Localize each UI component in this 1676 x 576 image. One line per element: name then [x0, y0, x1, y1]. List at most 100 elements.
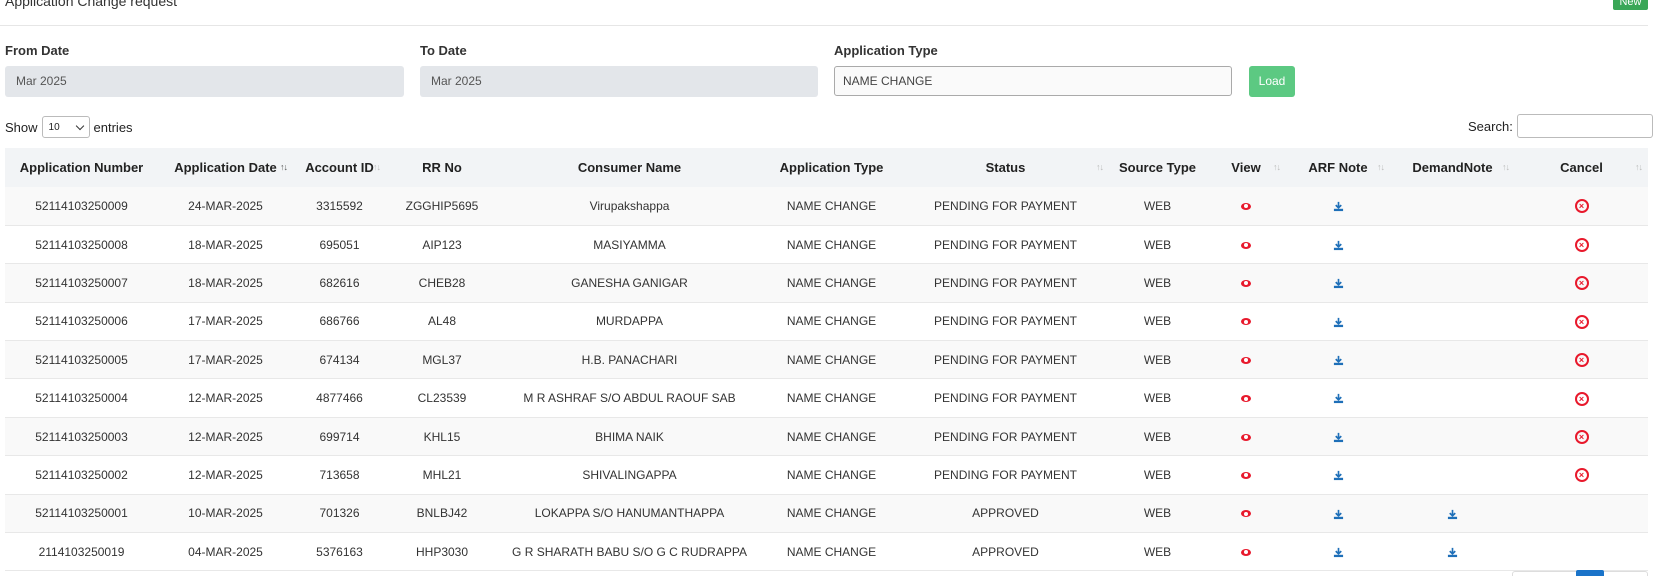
cancel-icon[interactable]: ×: [1574, 276, 1589, 291]
column-header[interactable]: Account ID ↑↓: [293, 148, 386, 187]
account-id-cell: 4877466: [316, 391, 363, 406]
column-header[interactable]: RR No: [386, 148, 498, 187]
application-number-cell: 52114103250009: [35, 198, 128, 213]
cancel-cell: ×: [1515, 456, 1648, 494]
cancel-cell: ×: [1515, 302, 1648, 340]
demand-note-cell: [1390, 533, 1515, 571]
pagination-current-page[interactable]: [1576, 570, 1604, 576]
arf-note-cell: [1286, 494, 1390, 532]
column-header[interactable]: View ↑↓: [1206, 148, 1286, 187]
status-cell: PENDING FOR PAYMENT: [934, 391, 1077, 406]
download-icon[interactable]: [1447, 506, 1458, 520]
column-header[interactable]: Application Type: [761, 148, 902, 187]
cancel-icon[interactable]: ×: [1574, 238, 1589, 253]
application-number-cell: 52114103250007: [35, 275, 128, 290]
sort-icon: ↑↓: [373, 162, 381, 172]
status-cell: PENDING FOR PAYMENT: [934, 237, 1077, 252]
cancel-icon[interactable]: ×: [1574, 314, 1589, 329]
eye-icon[interactable]: [1241, 395, 1251, 403]
download-icon[interactable]: [1333, 468, 1344, 482]
arf-note-cell: [1286, 341, 1390, 379]
cancel-icon[interactable]: ×: [1574, 199, 1589, 214]
column-header[interactable]: Status ↑↓: [902, 148, 1109, 187]
eye-icon[interactable]: [1241, 356, 1251, 364]
to-date-field[interactable]: Mar 2025: [420, 66, 818, 97]
application-number-cell: 52114103250005: [35, 352, 128, 367]
download-icon[interactable]: [1333, 199, 1344, 213]
new-button[interactable]: New: [1613, 0, 1648, 10]
cancel-cell: ×: [1515, 341, 1648, 379]
status-cell: PENDING FOR PAYMENT: [934, 467, 1077, 482]
eye-icon[interactable]: [1241, 241, 1251, 249]
application-type-select[interactable]: NAME CHANGE: [834, 66, 1232, 96]
application-date-cell: 17-MAR-2025: [188, 352, 263, 367]
download-icon[interactable]: [1447, 545, 1458, 559]
application-number-cell: 2114103250019: [38, 544, 125, 559]
cancel-icon[interactable]: ×: [1574, 430, 1589, 445]
rr-no-cell: AL48: [427, 314, 457, 329]
column-header[interactable]: Cancel ↑↓: [1515, 148, 1648, 187]
application-type-cell: NAME CHANGE: [786, 198, 877, 213]
table-row: 52114103250006 17-MAR-2025 686766 AL48 MURDA…: [5, 302, 1648, 341]
arf-note-cell: [1286, 417, 1390, 455]
status-cell: PENDING FOR PAYMENT: [934, 314, 1077, 329]
cancel-icon[interactable]: ×: [1574, 391, 1589, 406]
source-type-cell: WEB: [1143, 237, 1172, 252]
cancel-icon[interactable]: ×: [1574, 353, 1589, 368]
cancel-cell: ×: [1515, 264, 1648, 302]
view-cell: [1206, 417, 1286, 455]
cancel-cell: ×: [1515, 187, 1648, 225]
cancel-icon[interactable]: ×: [1574, 468, 1589, 483]
download-icon[interactable]: [1333, 276, 1344, 290]
eye-icon[interactable]: [1241, 433, 1251, 441]
download-icon[interactable]: [1333, 430, 1344, 444]
status-cell: PENDING FOR PAYMENT: [934, 352, 1077, 367]
sort-icon: ↑↓: [1096, 162, 1104, 172]
load-button[interactable]: Load: [1249, 66, 1295, 97]
table-row: 52114103250001 10-MAR-2025 701326 BNLBJ42 LO…: [5, 494, 1648, 533]
consumer-name-cell: MURDAPPA: [595, 314, 664, 329]
arf-note-cell: [1286, 456, 1390, 494]
application-date-cell: 12-MAR-2025: [188, 429, 263, 444]
eye-icon[interactable]: [1241, 548, 1251, 556]
application-number-cell: 52114103250002: [35, 467, 128, 482]
cancel-cell: [1515, 533, 1648, 571]
column-header-label: Application Type: [779, 160, 884, 175]
application-number-cell: 52114103250008: [35, 237, 128, 252]
page-header: Application Change request New: [0, 0, 1648, 26]
eye-icon[interactable]: [1241, 510, 1251, 518]
eye-icon[interactable]: [1241, 279, 1251, 287]
column-header[interactable]: Source Type: [1109, 148, 1206, 187]
entries-select[interactable]: 10: [41, 116, 90, 138]
column-header[interactable]: ARF Note ↑↓: [1286, 148, 1390, 187]
from-date-field[interactable]: Mar 2025: [5, 66, 404, 97]
chevron-down-icon: [75, 121, 84, 130]
demand-note-cell: [1390, 341, 1515, 379]
sort-icon: ↑↓: [1635, 162, 1643, 172]
column-header[interactable]: Application Number: [5, 148, 158, 187]
status-cell: APPROVED: [972, 506, 1039, 521]
rr-no-cell: AIP123: [422, 237, 462, 252]
eye-icon[interactable]: [1241, 471, 1251, 479]
eye-icon[interactable]: [1241, 202, 1251, 210]
column-header[interactable]: Application Date ↑↓: [158, 148, 293, 187]
rr-no-cell: CHEB28: [418, 275, 466, 290]
rr-no-cell: CL23539: [417, 391, 467, 406]
search-control: Search:: [1468, 114, 1653, 138]
table-row: 52114103250004 12-MAR-2025 4877466 CL23539 M…: [5, 379, 1648, 418]
download-icon[interactable]: [1333, 314, 1344, 328]
download-icon[interactable]: [1333, 238, 1344, 252]
search-input[interactable]: [1516, 114, 1653, 138]
download-icon[interactable]: [1333, 545, 1344, 559]
application-number-cell: 52114103250001: [35, 506, 128, 521]
download-icon[interactable]: [1333, 391, 1344, 405]
eye-icon[interactable]: [1241, 318, 1251, 326]
consumer-name-cell: Virupakshappa: [589, 198, 670, 213]
sort-icon: ↑↓: [1273, 162, 1281, 172]
view-cell: [1206, 302, 1286, 340]
column-header[interactable]: DemandNote ↑↓: [1390, 148, 1515, 187]
download-icon[interactable]: [1333, 353, 1344, 367]
download-icon[interactable]: [1333, 506, 1344, 520]
application-date-cell: 12-MAR-2025: [188, 391, 263, 406]
column-header[interactable]: Consumer Name: [498, 148, 761, 187]
